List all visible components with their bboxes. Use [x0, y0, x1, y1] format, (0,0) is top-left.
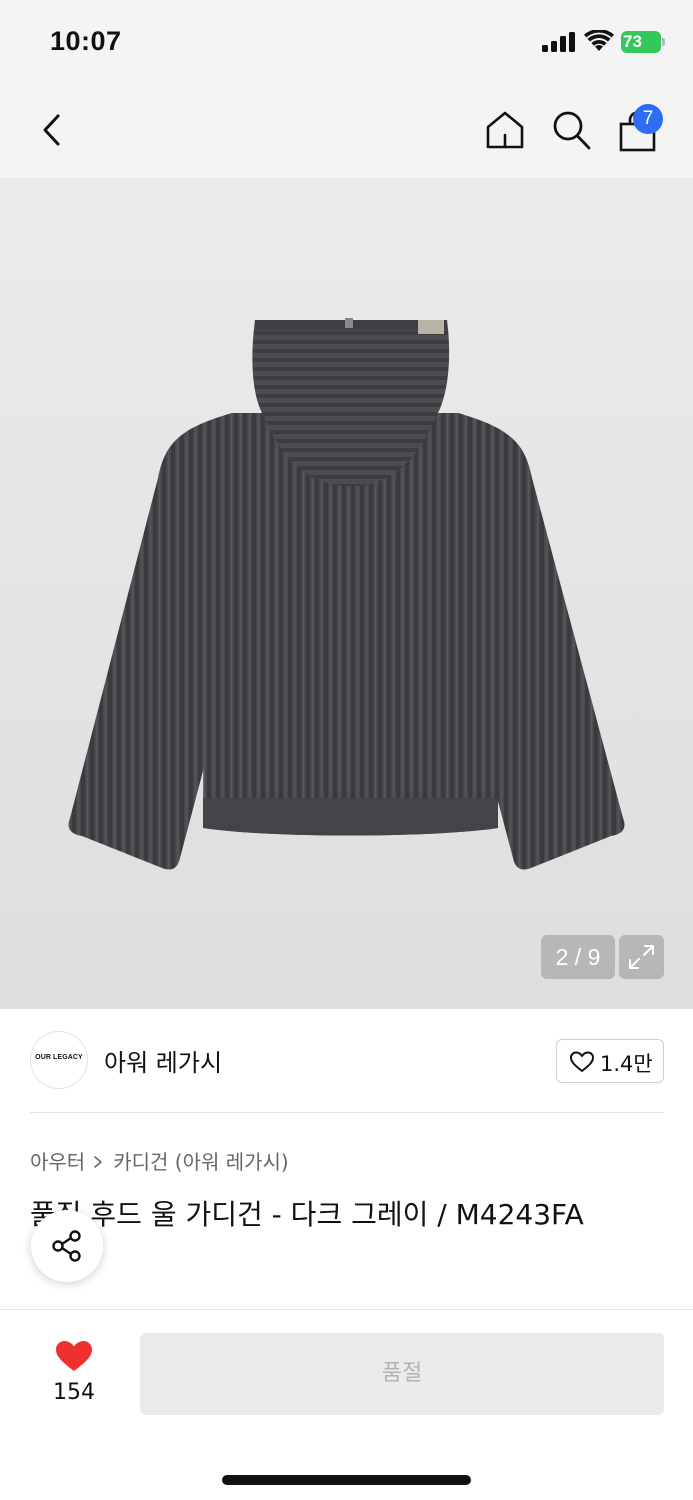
product-detail-screen: 10:07 73 7 2 / 9 OUR LEGACY 아워 레가시 1.4만 … — [0, 0, 693, 1500]
heart-outline-icon — [570, 1051, 594, 1072]
share-button[interactable] — [31, 1210, 103, 1282]
product-title: 풀집 후드 울 가디건 - 다크 그레이 / M4243FA — [30, 1198, 584, 1231]
product-image-gallery[interactable]: 2 / 9 — [0, 178, 693, 1009]
cellular-signal-icon — [542, 32, 575, 52]
battery-charging-icon: 73 — [621, 31, 665, 53]
wifi-icon — [584, 30, 614, 51]
share-icon — [52, 1230, 81, 1262]
product-photo-hooded-cardigan — [68, 318, 625, 870]
cart-count-badge: 7 — [633, 104, 663, 134]
breadcrumb-item-cardigan[interactable]: 카디건 (아워 레가시) — [113, 1150, 289, 1174]
image-counter: 2 / 9 — [541, 935, 615, 979]
breadcrumb: 아우터 카디건 (아워 레가시) — [30, 1146, 289, 1175]
expand-image-button[interactable] — [619, 935, 664, 979]
sold-out-button[interactable]: 품절 — [140, 1333, 664, 1415]
wish-count: 154 — [53, 1380, 95, 1405]
expand-icon — [629, 945, 654, 969]
battery-level: 73 — [623, 32, 642, 51]
home-icon[interactable] — [483, 108, 527, 152]
chevron-right-icon — [94, 1156, 103, 1168]
search-icon[interactable] — [550, 108, 592, 152]
top-navigation-bar — [0, 84, 693, 178]
divider — [30, 1112, 664, 1113]
brand-like-count: 1.4만 — [600, 1052, 653, 1076]
home-indicator — [222, 1475, 471, 1485]
brand-logo-text: OUR LEGACY — [35, 1054, 83, 1061]
brand-logo[interactable]: OUR LEGACY — [30, 1031, 88, 1089]
heart-filled-icon[interactable] — [54, 1338, 94, 1374]
brand-name-link[interactable]: 아워 레가시 — [104, 1043, 222, 1078]
section-divider — [0, 1309, 693, 1310]
breadcrumb-item-outer[interactable]: 아우터 — [30, 1150, 85, 1174]
battery-cap — [662, 38, 665, 46]
back-chevron-icon[interactable] — [36, 110, 68, 150]
status-time: 10:07 — [50, 26, 122, 56]
status-bar: 10:07 73 — [0, 0, 693, 84]
brand-like-button[interactable]: 1.4만 — [556, 1039, 664, 1083]
